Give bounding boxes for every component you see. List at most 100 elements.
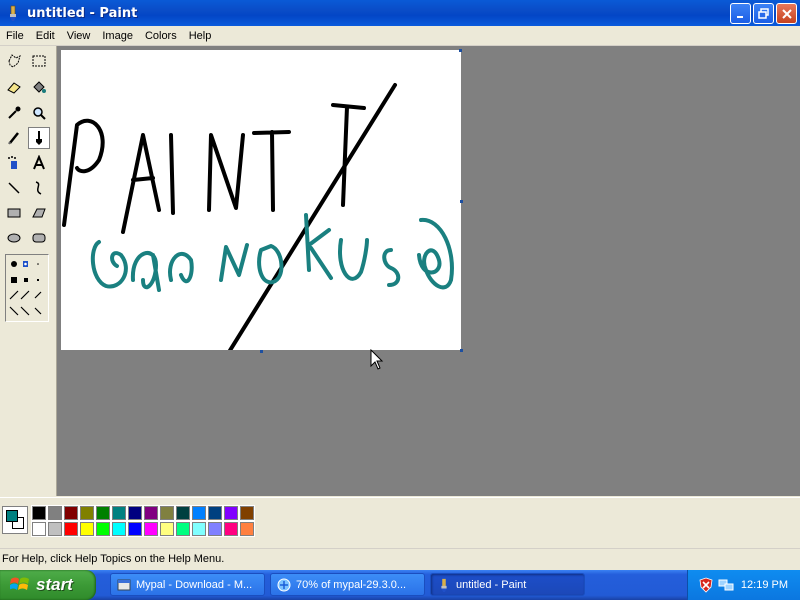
status-bar: For Help, click Help Topics on the Help … (0, 548, 800, 569)
line-tool[interactable] (3, 177, 25, 199)
color-swatch[interactable] (79, 505, 95, 521)
drawing-strokes (62, 83, 454, 350)
stroke-scribble (417, 217, 454, 290)
taskbar: start Mypal - Download - M... 70% of myp… (0, 570, 800, 600)
brush-options[interactable] (5, 254, 49, 322)
stroke-o (257, 244, 284, 285)
menu-file[interactable]: File (0, 30, 30, 42)
mouse-cursor-icon (370, 349, 384, 370)
rectangle-icon (7, 208, 21, 218)
color-swatch[interactable] (31, 521, 47, 537)
menu-edit[interactable]: Edit (30, 30, 61, 42)
paint-icon (441, 578, 447, 592)
resize-handle-r[interactable] (460, 200, 463, 203)
color-swatch[interactable] (159, 505, 175, 521)
menu-help[interactable]: Help (183, 30, 218, 42)
brush-tool[interactable] (28, 127, 50, 149)
airbrush-tool[interactable] (3, 152, 25, 174)
paint-icon (10, 5, 16, 21)
drawing-canvas[interactable] (61, 50, 461, 350)
color-swatch[interactable] (223, 521, 239, 537)
rounded-rectangle-tool[interactable] (28, 227, 50, 249)
task-paint[interactable]: untitled - Paint (430, 573, 585, 596)
title-bar: untitled - Paint (0, 0, 800, 26)
menu-view[interactable]: View (61, 30, 97, 42)
stroke-n2 (219, 243, 249, 282)
window-title: untitled - Paint (27, 5, 138, 21)
start-button[interactable]: start (0, 570, 96, 600)
task-mypal[interactable]: Mypal - Download - M... (110, 573, 265, 596)
color-swatch[interactable] (63, 521, 79, 537)
color-swatch[interactable] (239, 505, 255, 521)
color-swatch[interactable] (143, 505, 159, 521)
stroke-n (207, 133, 245, 212)
eraser-tool[interactable] (3, 76, 25, 98)
rectangle-tool[interactable] (3, 202, 25, 224)
color-swatch[interactable] (175, 521, 191, 537)
security-alert-icon[interactable] (698, 577, 714, 593)
airbrush-icon (8, 156, 17, 169)
toolbox (0, 46, 57, 496)
stroke-t1 (252, 130, 291, 212)
color-swatch[interactable] (159, 521, 175, 537)
color-swatch[interactable] (111, 521, 127, 537)
curve-tool[interactable] (28, 177, 50, 199)
close-button[interactable] (776, 3, 797, 24)
stroke-a (121, 133, 161, 234)
magnifier-tool[interactable] (28, 102, 50, 124)
menu-colors[interactable]: Colors (139, 30, 183, 42)
line-icon (8, 182, 20, 194)
color-swatch[interactable] (47, 505, 63, 521)
color-swatch[interactable] (191, 505, 207, 521)
paint-bucket-icon (33, 81, 46, 93)
menu-bar: File Edit View Image Colors Help (0, 26, 800, 46)
brush-shapes-icon (9, 261, 42, 316)
color-swatch[interactable] (127, 521, 143, 537)
ellipse-tool[interactable] (3, 227, 25, 249)
stroke-t2 (331, 103, 366, 207)
task-paint-label: untitled - Paint (456, 578, 527, 591)
eyedropper-icon (8, 106, 21, 119)
black-strokes (62, 83, 397, 350)
maximize-button[interactable] (753, 3, 774, 24)
clock: 12:19 PM (740, 579, 788, 591)
resize-handle-br[interactable] (460, 349, 463, 352)
minimize-button[interactable] (730, 3, 751, 24)
color-swatch[interactable] (63, 505, 79, 521)
color-swatch[interactable] (191, 521, 207, 537)
resize-handle-tr[interactable] (459, 49, 462, 52)
magnifier-icon (33, 107, 46, 120)
network-icon[interactable] (718, 577, 734, 593)
color-swatch[interactable] (127, 505, 143, 521)
color-swatch[interactable] (31, 505, 47, 521)
color-swatch[interactable] (47, 521, 63, 537)
foreground-color[interactable] (6, 510, 18, 522)
color-swatch[interactable] (207, 505, 223, 521)
free-form-select-tool[interactable] (3, 50, 25, 72)
polygon-tool[interactable] (28, 202, 50, 224)
fill-tool[interactable] (28, 76, 50, 98)
windows-logo-icon (10, 577, 29, 590)
color-swatch[interactable] (207, 521, 223, 537)
resize-handle-b[interactable] (260, 350, 263, 353)
eraser-icon (7, 82, 21, 94)
select-tool[interactable] (28, 50, 50, 72)
color-swatch[interactable] (111, 505, 127, 521)
stroke-p (62, 118, 105, 227)
text-tool[interactable] (28, 152, 50, 174)
pencil-tool[interactable] (3, 127, 25, 149)
pick-color-tool[interactable] (3, 102, 25, 124)
stroke-i (169, 133, 175, 215)
color-swatch[interactable] (143, 521, 159, 537)
task-download[interactable]: 70% of mypal-29.3.0... (270, 573, 425, 596)
color-swatch[interactable] (175, 505, 191, 521)
status-text: For Help, click Help Topics on the Help … (2, 553, 225, 565)
start-label: start (36, 575, 73, 594)
workspace (57, 46, 800, 496)
color-swatch[interactable] (95, 505, 111, 521)
color-swatch[interactable] (223, 505, 239, 521)
color-swatch[interactable] (95, 521, 111, 537)
menu-image[interactable]: Image (96, 30, 139, 42)
color-swatch[interactable] (239, 521, 255, 537)
color-swatch[interactable] (79, 521, 95, 537)
